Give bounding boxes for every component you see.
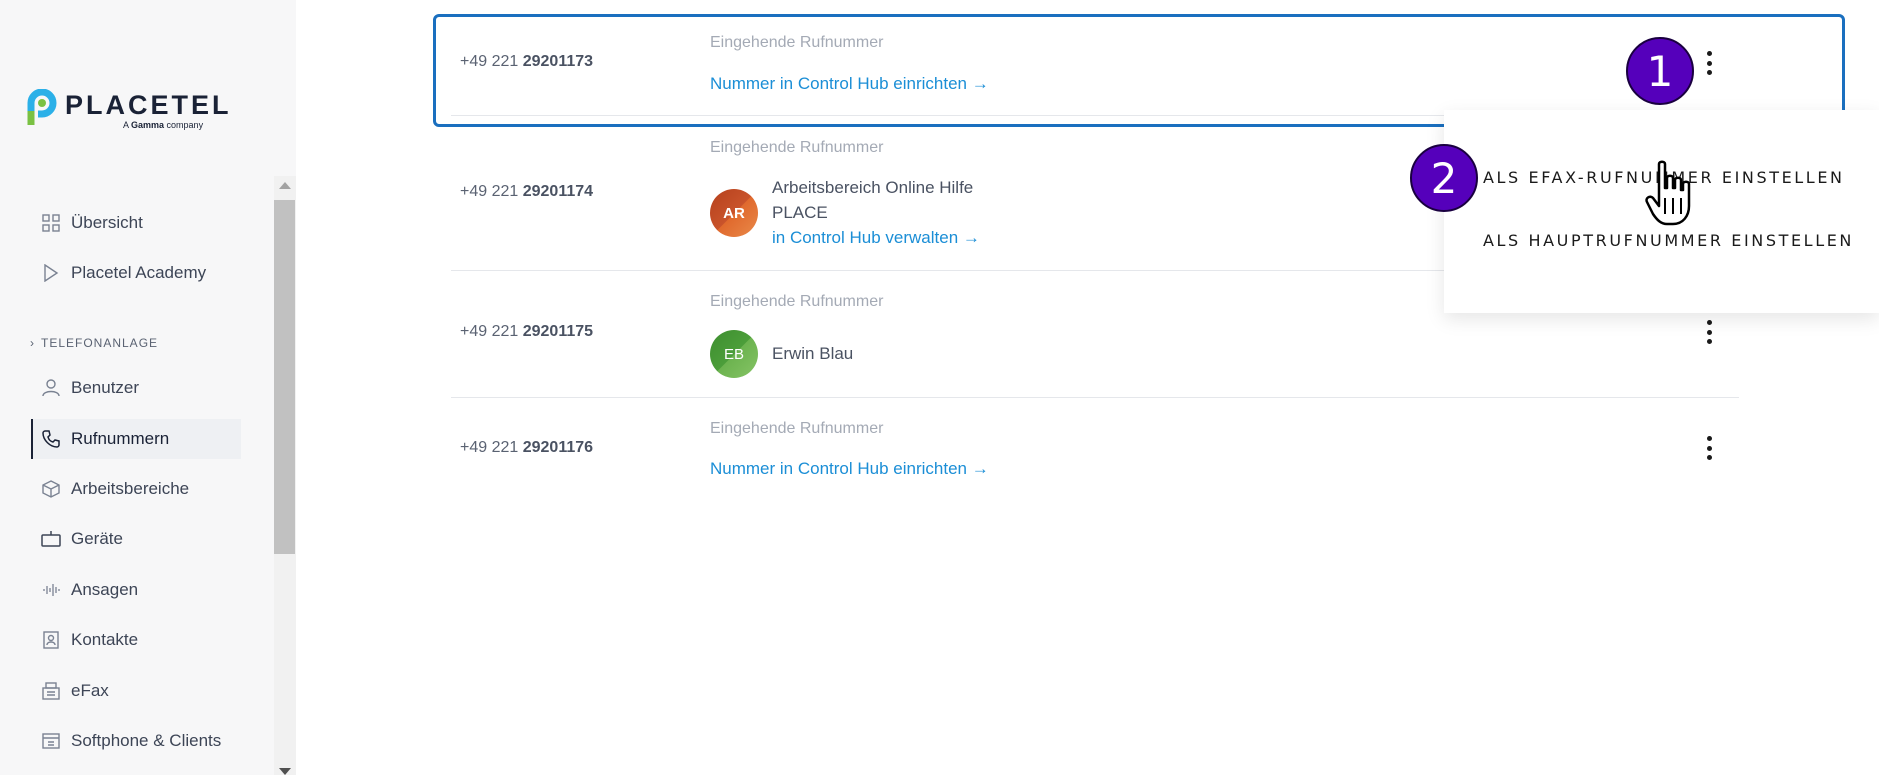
sidebar-item-label: Placetel Academy bbox=[71, 263, 207, 282]
number-type-label: Eingehende Rufnummer bbox=[710, 139, 884, 156]
step-badge-1: 1 bbox=[1626, 37, 1694, 105]
window-icon bbox=[41, 731, 61, 751]
play-icon bbox=[41, 263, 61, 283]
sidebar-item-ansagen[interactable]: Ansagen bbox=[31, 570, 241, 610]
step-badge-2: 2 bbox=[1410, 144, 1478, 212]
sidebar: PLACETEL A Gamma company Übersicht Place… bbox=[0, 0, 296, 775]
logo-tagline: A Gamma company bbox=[123, 120, 204, 130]
scroll-down-arrow-icon[interactable] bbox=[279, 768, 291, 775]
sidebar-item-label: eFax bbox=[71, 681, 109, 700]
phone-number: +49 221 29201174 bbox=[460, 183, 594, 200]
sidebar-item-kontakte[interactable]: Kontakte bbox=[31, 620, 241, 660]
row-divider bbox=[451, 397, 1739, 398]
sidebar-item-benutzer[interactable]: Benutzer bbox=[31, 368, 241, 408]
sidebar-item-label: Ansagen bbox=[71, 580, 139, 599]
sidebar-scrollbar-thumb[interactable] bbox=[274, 200, 295, 554]
sidebar-item-label: Kontakte bbox=[71, 630, 139, 649]
sidebar-item-arbeitsbereiche[interactable]: Arbeitsbereiche bbox=[31, 469, 241, 509]
number-type-label: Eingehende Rufnummer bbox=[710, 293, 884, 310]
sidebar-item-label: Übersicht bbox=[71, 213, 143, 232]
user-name: Erwin Blau bbox=[772, 344, 854, 363]
scroll-up-arrow-icon[interactable] bbox=[279, 182, 291, 189]
grid-icon bbox=[41, 213, 61, 233]
sidebar-item-geraete[interactable]: Geräte bbox=[31, 519, 241, 559]
sidebar-item-rufnummern[interactable]: Rufnummern bbox=[31, 419, 241, 459]
avatar: AR bbox=[710, 189, 758, 237]
phone-number: +49 221 29201176 bbox=[460, 439, 594, 456]
logo-wordmark: PLACETEL bbox=[65, 90, 232, 120]
avatar: EB bbox=[710, 330, 758, 378]
section-toggle-telefonanlage[interactable]: › TELEFONANLAGE bbox=[30, 336, 158, 350]
sidebar-item-label: Softphone & Clients bbox=[71, 731, 222, 750]
sidebar-item-label: Rufnummern bbox=[71, 429, 170, 448]
more-options-icon[interactable] bbox=[1699, 433, 1719, 463]
sidebar-item-label: Geräte bbox=[71, 529, 123, 548]
placetel-logo[interactable]: PLACETEL A Gamma company bbox=[27, 87, 229, 135]
user-icon bbox=[41, 378, 61, 398]
workspace-name: Arbeitsbereich Online Hilfe bbox=[772, 178, 974, 197]
phone-number: +49 221 29201175 bbox=[460, 323, 594, 340]
number-type-label: Eingehende Rufnummer bbox=[710, 420, 884, 437]
cube-icon bbox=[41, 479, 61, 499]
hand-cursor-icon bbox=[1645, 160, 1691, 226]
sidebar-item-label: Benutzer bbox=[71, 378, 140, 397]
sidebar-item-uebersicht[interactable]: Übersicht bbox=[31, 203, 241, 243]
sidebar-item-placetel-academy[interactable]: Placetel Academy bbox=[31, 253, 241, 293]
contact-card-icon bbox=[41, 630, 61, 650]
phone-icon bbox=[41, 429, 61, 449]
setup-in-control-hub-link[interactable]: Nummer in Control Hub einrichten → bbox=[710, 459, 989, 479]
fax-icon bbox=[41, 681, 61, 701]
manage-in-control-hub-link[interactable]: in Control Hub verwalten → bbox=[772, 228, 980, 248]
section-title: TELEFONANLAGE bbox=[41, 336, 159, 350]
sidebar-item-efax[interactable]: eFax bbox=[31, 671, 241, 711]
more-options-icon[interactable] bbox=[1699, 317, 1719, 347]
sidebar-item-softphone-clients[interactable]: Softphone & Clients bbox=[31, 721, 241, 761]
placetel-logo-mark-icon bbox=[27, 89, 57, 125]
menu-item-set-as-main-number[interactable]: ALS HAUPTRUFNUMMER EINSTELLEN bbox=[1483, 231, 1854, 250]
audio-wave-icon bbox=[41, 580, 61, 600]
workspace-name-line2: PLACE bbox=[772, 203, 828, 222]
chevron-right-icon: › bbox=[30, 336, 35, 350]
sidebar-item-label: Arbeitsbereiche bbox=[71, 479, 190, 498]
device-icon bbox=[41, 529, 61, 549]
